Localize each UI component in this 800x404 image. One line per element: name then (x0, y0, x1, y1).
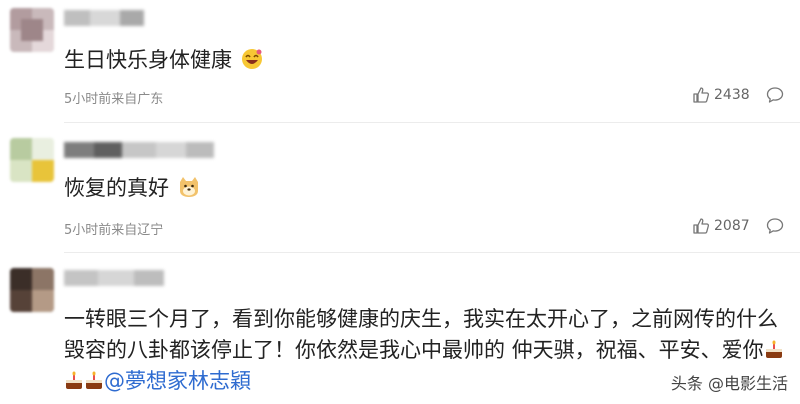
thumbs-up-icon (693, 218, 710, 234)
comment-feed: 生日快乐身体健康 5小时前来自广东 2438 恢复的真好 5小时前来自辽宁 20… (0, 0, 800, 404)
like-count: 2438 (714, 87, 750, 103)
divider (64, 122, 800, 123)
thumbs-up-icon (693, 87, 710, 103)
cake-icon (765, 340, 782, 358)
laughing-emoji-icon (241, 49, 262, 69)
reply-icon[interactable] (766, 217, 784, 235)
cake-icon (66, 371, 82, 389)
like-button[interactable]: 2087 (692, 217, 750, 235)
avatar[interactable] (10, 138, 54, 182)
divider (64, 252, 800, 253)
like-button[interactable]: 2438 (692, 86, 750, 104)
like-count: 2087 (714, 218, 750, 234)
comment-meta: 5小时前来自广东 (64, 92, 164, 107)
watermark: 头条 @电影生活 (670, 374, 788, 393)
avatar[interactable] (10, 8, 54, 52)
comment-text: 生日快乐身体健康 (64, 46, 784, 74)
username[interactable] (64, 142, 214, 158)
mention-link[interactable]: @夢想家林志穎 (104, 369, 251, 393)
avatar[interactable] (10, 268, 54, 312)
username[interactable] (64, 10, 144, 26)
cake-icon (86, 371, 102, 389)
doge-emoji-icon (179, 177, 198, 197)
reply-icon[interactable] (766, 86, 784, 104)
username[interactable] (64, 270, 164, 286)
comment-text: 恢复的真好 (64, 174, 784, 202)
comment-meta: 5小时前来自辽宁 (64, 223, 164, 238)
